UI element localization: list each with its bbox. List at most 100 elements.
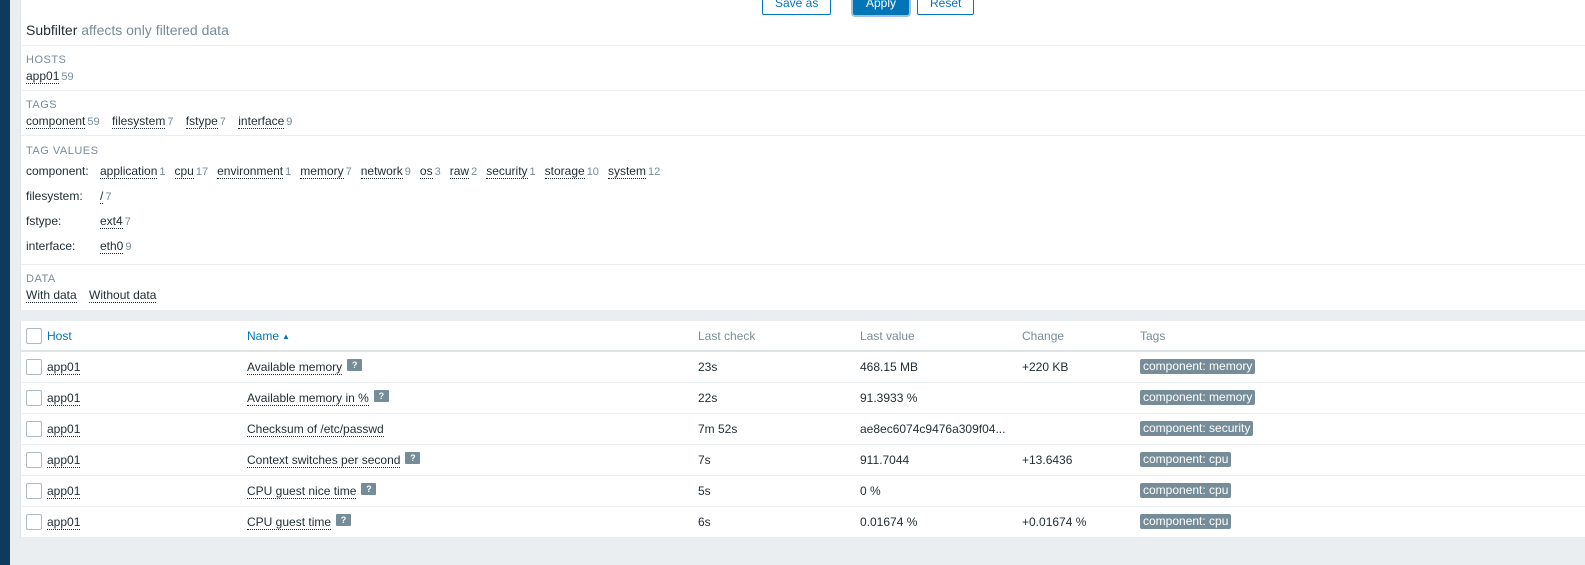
last-value-cell: 0.01674 % xyxy=(860,506,1022,538)
tag-value-chip[interactable]: environment 1 xyxy=(217,163,292,179)
tag-value-chip[interactable]: application 1 xyxy=(100,163,166,179)
tag-value-row: filesystem: /7 xyxy=(26,183,1580,208)
host-link[interactable]: app01 xyxy=(47,359,81,375)
change-cell xyxy=(1022,475,1140,507)
tag-value-chip[interactable]: network 9 xyxy=(360,163,411,179)
tag-value-chip[interactable]: ext4 7 xyxy=(100,213,131,229)
row-checkbox[interactable] xyxy=(26,451,42,468)
tag-value-chip-count: 9 xyxy=(404,165,411,178)
host-link[interactable]: app01 xyxy=(47,483,81,499)
host-cell: app01 xyxy=(47,413,247,445)
filter-button-row: Save as Apply Reset xyxy=(21,0,1585,16)
tag-value-chip-label[interactable]: cpu xyxy=(174,163,194,179)
name-cell: Checksum of /etc/passwd xyxy=(247,413,698,445)
tag-value-chip-label[interactable]: memory xyxy=(300,163,344,179)
without-data-label[interactable]: Without data xyxy=(89,288,157,303)
item-name-link[interactable]: Available memory xyxy=(247,359,343,375)
row-checkbox[interactable] xyxy=(26,358,42,375)
last-value: 0.01674 % xyxy=(860,514,918,529)
host-link[interactable]: app01 xyxy=(47,452,81,468)
tag-value-chip-label[interactable]: eth0 xyxy=(100,238,124,254)
item-tag[interactable]: component: memory xyxy=(1140,390,1256,405)
column-name[interactable]: Name ▲ xyxy=(247,321,698,352)
tag-chip-fstype[interactable]: fstype 7 xyxy=(185,114,226,129)
item-name-link[interactable]: Available memory in % xyxy=(247,390,369,406)
tag-value-chip[interactable]: storage 10 xyxy=(544,163,599,179)
tag-value-chip-count: 7 xyxy=(105,190,112,203)
tag-value-chip[interactable]: system 12 xyxy=(607,163,660,179)
tag-value-chip-label[interactable]: system xyxy=(607,163,646,179)
tag-value-chip[interactable]: eth0 9 xyxy=(100,238,131,254)
tag-value-chip[interactable]: security 1 xyxy=(486,163,536,179)
select-all-checkbox[interactable] xyxy=(26,327,42,344)
reset-button[interactable]: Reset xyxy=(917,0,975,15)
host-chip-label[interactable]: app01 xyxy=(26,69,60,84)
tag-chip-label[interactable]: interface xyxy=(238,114,285,129)
host-chip[interactable]: app01 59 xyxy=(26,69,74,84)
help-icon[interactable]: ? xyxy=(336,513,352,526)
item-tag[interactable]: component: cpu xyxy=(1140,483,1232,498)
tag-value-chip[interactable]: cpu 17 xyxy=(174,163,209,179)
tag-value-chip[interactable]: raw 2 xyxy=(449,163,477,179)
item-tag[interactable]: component: security xyxy=(1140,421,1254,436)
column-host[interactable]: Host xyxy=(47,321,247,352)
tag-value-chip-label[interactable]: network xyxy=(360,163,403,179)
tag-chip-label[interactable]: filesystem xyxy=(111,114,166,129)
tag-value-chip-label[interactable]: raw xyxy=(449,163,470,179)
tag-value-chip[interactable]: memory 7 xyxy=(300,163,352,179)
help-icon[interactable]: ? xyxy=(373,389,389,402)
sidebar-strip xyxy=(0,0,10,565)
data-heading: DATA xyxy=(26,273,56,285)
tag-chip-label[interactable]: component xyxy=(26,114,86,129)
last-check-cell: 7m 52s xyxy=(698,413,860,445)
row-checkbox[interactable] xyxy=(26,513,42,530)
with-data-chip[interactable]: With data xyxy=(26,288,77,303)
tag-value-chip-label[interactable]: / xyxy=(100,188,104,204)
tag-chip-component[interactable]: component 59 xyxy=(26,114,100,129)
tag-value-chip-label[interactable]: security xyxy=(486,163,528,179)
host-link[interactable]: app01 xyxy=(47,421,81,437)
help-icon[interactable]: ? xyxy=(405,451,421,464)
host-link[interactable]: app01 xyxy=(47,514,81,530)
apply-button[interactable]: Apply xyxy=(853,0,910,15)
table-row: app01 Context switches per second? 7s 911.7… xyxy=(21,444,1585,476)
change-cell: +0.01674 % xyxy=(1022,506,1140,538)
save-as-button[interactable]: Save as xyxy=(762,0,832,15)
host-cell: app01 xyxy=(47,351,247,383)
host-cell: app01 xyxy=(47,382,247,414)
tag-value-chips: application 1 cpu 17 environment 1 memory 7 netw… xyxy=(100,163,669,179)
help-icon[interactable]: ? xyxy=(361,482,377,495)
tag-chip-filesystem[interactable]: filesystem 7 xyxy=(111,114,173,129)
tag-value-chip-label[interactable]: application xyxy=(100,163,158,179)
tag-chip-interface[interactable]: interface 9 xyxy=(238,114,292,129)
item-tag[interactable]: component: cpu xyxy=(1140,514,1232,529)
item-name-link[interactable]: CPU guest nice time xyxy=(247,483,357,499)
tag-value-chip-count: 17 xyxy=(195,165,209,178)
with-data-label[interactable]: With data xyxy=(26,288,77,303)
tag-value-chip-label[interactable]: ext4 xyxy=(100,213,123,229)
tag-chip-label[interactable]: fstype xyxy=(185,114,218,129)
tags-cell: component: security xyxy=(1140,413,1585,445)
item-name-link[interactable]: Checksum of /etc/passwd xyxy=(247,421,384,437)
last-value: 468.15 MB xyxy=(860,360,919,375)
column-name-label[interactable]: Name xyxy=(247,329,279,343)
tag-value-chip-label[interactable]: storage xyxy=(544,163,585,179)
tags-cell: component: cpu xyxy=(1140,444,1585,476)
item-name-link[interactable]: Context switches per second xyxy=(247,452,401,468)
tag-value-chip-label[interactable]: environment xyxy=(217,163,284,179)
row-checkbox[interactable] xyxy=(26,389,42,406)
without-data-chip[interactable]: Without data xyxy=(89,288,157,303)
host-cell: app01 xyxy=(47,475,247,507)
tag-value-chip-count: 7 xyxy=(345,165,352,178)
tag-value-chip[interactable]: os 3 xyxy=(419,163,441,179)
tag-value-chip-label[interactable]: os xyxy=(419,163,433,179)
row-checkbox[interactable] xyxy=(26,420,42,437)
item-name-link[interactable]: CPU guest time xyxy=(247,514,332,530)
host-link[interactable]: app01 xyxy=(47,390,81,406)
item-tag[interactable]: component: memory xyxy=(1140,359,1256,375)
item-tag[interactable]: component: cpu xyxy=(1140,452,1232,467)
tag-value-chip[interactable]: /7 xyxy=(100,188,112,204)
tag-value-chip-count: 1 xyxy=(285,165,292,178)
row-checkbox[interactable] xyxy=(26,482,42,499)
help-icon[interactable]: ? xyxy=(347,358,363,371)
